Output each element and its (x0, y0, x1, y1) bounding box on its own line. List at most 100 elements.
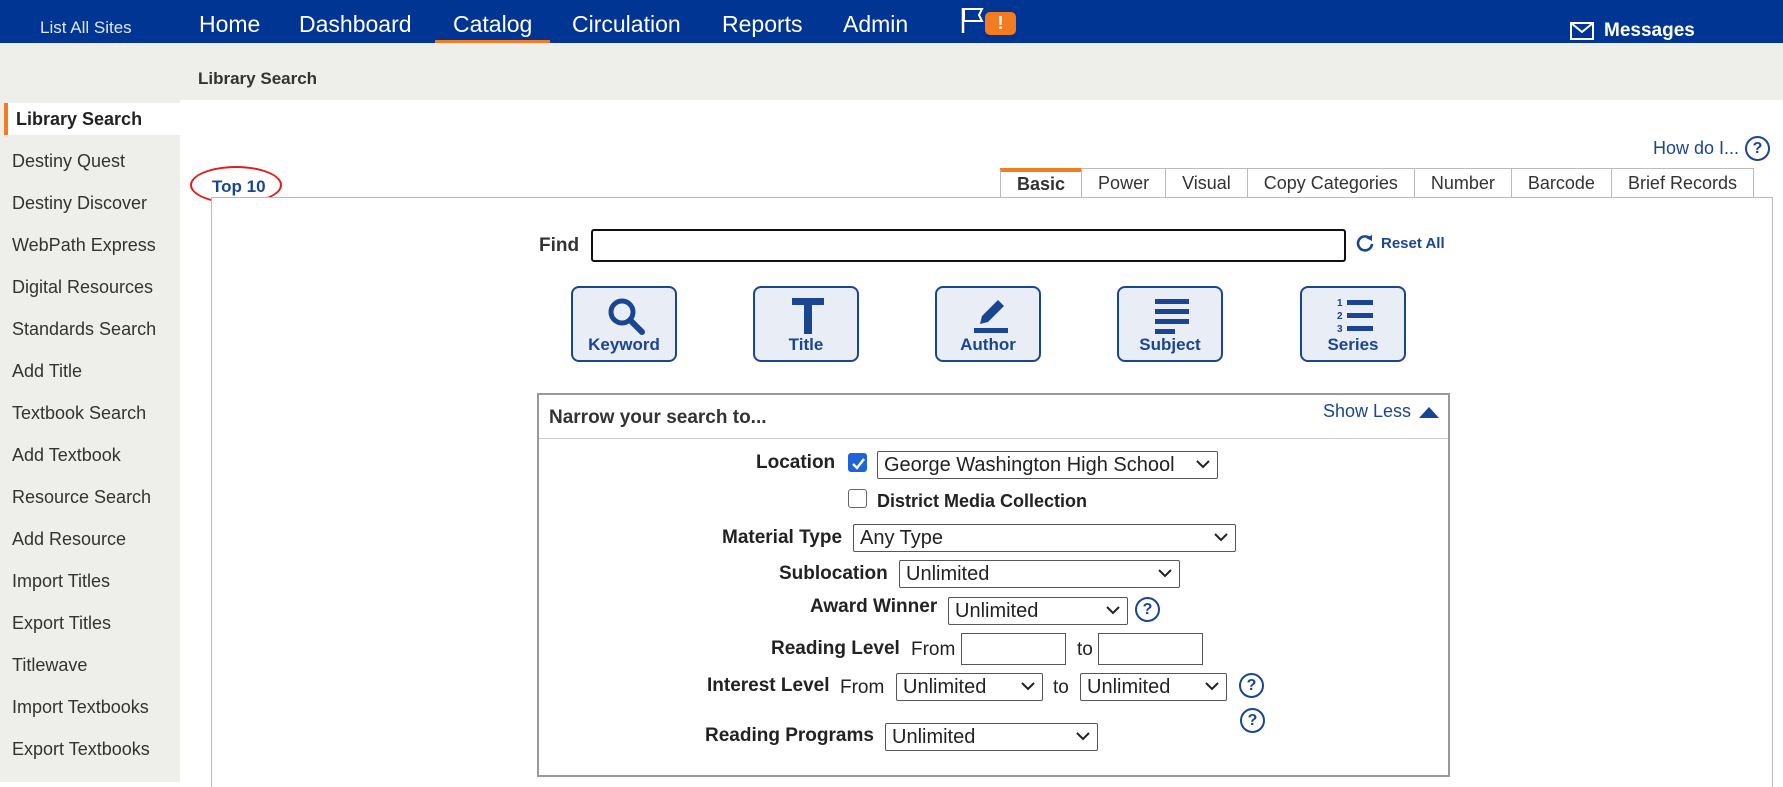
alert-badge[interactable]: ! (985, 12, 1016, 35)
sidebar-item-import-textbooks[interactable]: Import Textbooks (12, 697, 149, 718)
magnifier-icon (608, 298, 645, 335)
chevron-down-icon (1196, 460, 1210, 469)
chevron-down-icon (1158, 569, 1172, 578)
reading-level-to-input[interactable] (1098, 633, 1203, 665)
subject-label: Subject (1139, 335, 1201, 354)
find-input[interactable] (591, 229, 1346, 262)
sidebar-item-webpath-express[interactable]: WebPath Express (12, 235, 156, 256)
tab-number[interactable]: Number (1413, 168, 1512, 198)
sidebar-item-destiny-quest[interactable]: Destiny Quest (12, 151, 125, 172)
reset-all-button[interactable]: Reset All (1355, 233, 1445, 253)
check-icon (852, 458, 865, 470)
sidebar-item-import-titles[interactable]: Import Titles (12, 571, 110, 592)
sidebar-item-resource-search[interactable]: Resource Search (12, 487, 151, 508)
title-search-button[interactable]: Title (753, 286, 859, 362)
sublocation-label: Sublocation (779, 563, 888, 584)
chevron-down-icon (1076, 732, 1090, 741)
how-do-i-label: How do I... (1653, 138, 1740, 158)
title-t-icon (792, 298, 824, 334)
sidebar-item-library-search[interactable]: Library Search (4, 103, 180, 135)
show-less-label: Show Less (1322, 401, 1411, 421)
keyword-search-button[interactable]: Keyword (571, 286, 677, 362)
sidebar-item-add-resource[interactable]: Add Resource (12, 529, 126, 550)
sidebar-item-digital-resources[interactable]: Digital Resources (12, 277, 153, 298)
award-winner-label: Award Winner (810, 596, 938, 617)
chevron-down-icon (1205, 682, 1219, 691)
sidebar-item-export-titles[interactable]: Export Titles (12, 613, 111, 634)
nav-catalog[interactable]: Catalog (434, 10, 551, 44)
reading-level-label: Reading Level (771, 638, 900, 659)
interest-to-label: to (1053, 677, 1069, 698)
sidebar-item-export-textbooks[interactable]: Export Textbooks (12, 739, 150, 760)
numbered-list-icon: 1 2 3 (1337, 298, 1373, 335)
search-tabs: Basic Power Visual Copy Categories Numbe… (1000, 168, 1754, 198)
subject-search-button[interactable]: Subject (1117, 286, 1223, 362)
pencil-icon (974, 300, 1008, 333)
sidebar-item-destiny-discover[interactable]: Destiny Discover (12, 193, 147, 214)
tab-power[interactable]: Power (1081, 168, 1167, 198)
sidebar-item-add-title[interactable]: Add Title (12, 361, 82, 382)
interest-from-select[interactable]: Unlimited (896, 673, 1043, 701)
nav-admin[interactable]: Admin (843, 10, 908, 38)
district-media-label: District Media Collection (877, 491, 1088, 511)
reading-programs-label: Reading Programs (705, 725, 874, 746)
sidebar: Library Search Destiny Quest Destiny Dis… (0, 100, 180, 782)
reading-programs-help-icon[interactable]: ? (1240, 708, 1265, 733)
nav-dashboard[interactable]: Dashboard (299, 10, 412, 38)
reading-level-from-label: From (911, 639, 956, 660)
how-do-i-link[interactable]: How do I... ? (1653, 136, 1771, 161)
reset-all-label: Reset All (1381, 234, 1445, 252)
location-value: George Washington High School (884, 454, 1175, 476)
divider (539, 438, 1448, 439)
messages-link[interactable]: Messages (1570, 20, 1695, 42)
find-label: Find (539, 235, 580, 256)
location-checkbox[interactable] (848, 453, 867, 472)
chevron-down-icon (1214, 533, 1228, 542)
district-media-checkbox[interactable] (848, 489, 867, 508)
material-type-select[interactable]: Any Type (853, 524, 1236, 552)
nav-circulation[interactable]: Circulation (572, 10, 681, 38)
location-select[interactable]: George Washington High School (877, 451, 1218, 479)
series-search-button[interactable]: 1 2 3 Series (1300, 286, 1406, 362)
tab-visual[interactable]: Visual (1165, 168, 1248, 198)
show-less-toggle[interactable]: Show Less (1323, 401, 1441, 422)
interest-to-select[interactable]: Unlimited (1080, 673, 1227, 701)
list-all-sites-link[interactable]: List All Sites (40, 18, 132, 38)
nav-reports[interactable]: Reports (722, 10, 803, 38)
svg-text:1: 1 (1337, 298, 1343, 309)
reading-level-from-input[interactable] (961, 633, 1066, 665)
tab-brief-records[interactable]: Brief Records (1610, 168, 1754, 198)
material-type-value: Any Type (860, 527, 944, 549)
sidebar-item-titlewave[interactable]: Titlewave (12, 655, 87, 676)
svg-text:2: 2 (1337, 311, 1343, 322)
sidebar-item-add-textbook[interactable]: Add Textbook (12, 445, 121, 466)
sidebar-item-textbook-search[interactable]: Textbook Search (12, 403, 146, 424)
top10-link[interactable]: Top 10 (212, 177, 266, 197)
tab-barcode[interactable]: Barcode (1510, 168, 1612, 198)
help-icon: ? (1745, 136, 1771, 161)
sublocation-value: Unlimited (906, 563, 990, 585)
nav-home[interactable]: Home (199, 10, 260, 38)
chevron-down-icon (1021, 682, 1035, 691)
breadcrumb-bar: Library Search (0, 43, 1783, 100)
sublocation-select[interactable]: Unlimited (899, 560, 1180, 588)
refresh-icon (1356, 235, 1374, 252)
author-search-button[interactable]: Author (935, 286, 1041, 362)
keyword-label: Keyword (588, 335, 660, 354)
interest-to-value: Unlimited (1087, 676, 1171, 698)
svg-text:3: 3 (1337, 324, 1343, 335)
interest-help-icon[interactable]: ? (1239, 673, 1264, 698)
sidebar-item-standards-search[interactable]: Standards Search (12, 319, 156, 340)
reading-level-to-label: to (1077, 639, 1093, 660)
flag-icon[interactable] (960, 6, 986, 34)
award-winner-select[interactable]: Unlimited (948, 597, 1128, 625)
tab-basic[interactable]: Basic (1000, 168, 1083, 198)
award-help-icon[interactable]: ? (1135, 597, 1160, 622)
material-type-label: Material Type (722, 527, 843, 548)
reading-programs-select[interactable]: Unlimited (885, 723, 1098, 751)
interest-from-label: From (840, 677, 885, 698)
tab-copy-categories[interactable]: Copy Categories (1246, 168, 1415, 198)
chevron-down-icon (1106, 606, 1120, 615)
location-label: Location (756, 452, 836, 473)
messages-label: Messages (1604, 20, 1695, 41)
